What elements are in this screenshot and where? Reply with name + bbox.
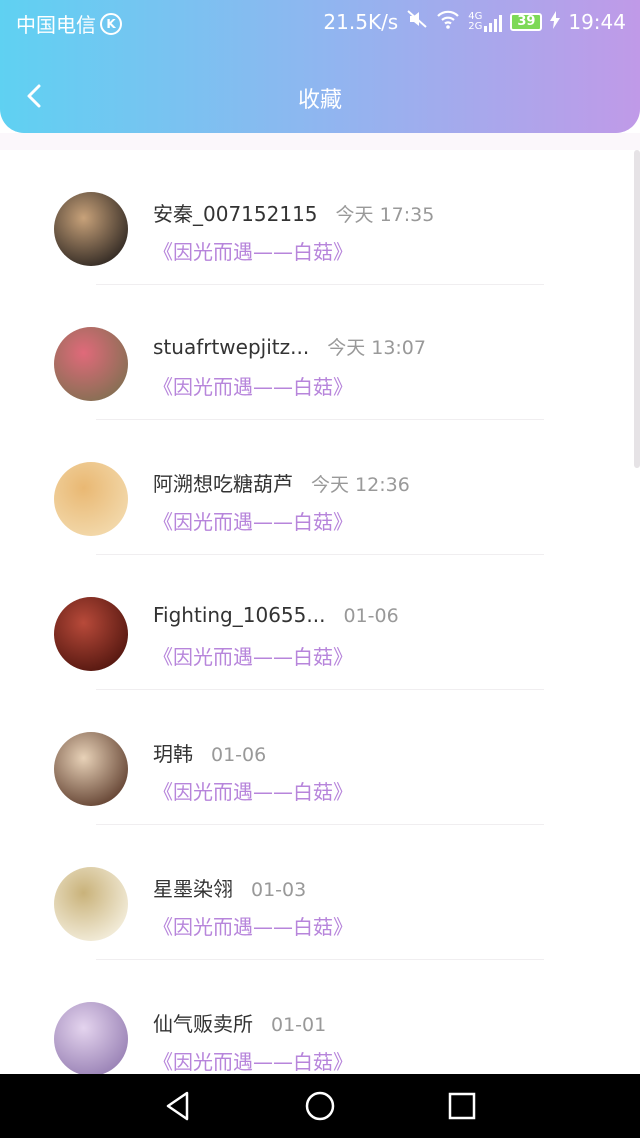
favorites-list[interactable]: 安秦_007152115 今天 17:35 《因光而遇——白菇》 stuafrtwep… — [0, 150, 640, 1074]
book-title-link[interactable]: 《因光而遇——白菇》 — [153, 641, 353, 670]
user-name[interactable]: 星墨染翎 — [153, 873, 233, 902]
name-row: 仙气贩卖所 01-01 — [153, 1008, 326, 1037]
timestamp: 今天 13:07 — [327, 337, 426, 359]
timestamp: 今天 17:35 — [335, 204, 435, 226]
avatar[interactable] — [54, 1002, 128, 1074]
network-type-2g: 2G — [468, 20, 483, 32]
page-title: 收藏 — [297, 88, 342, 113]
avatar[interactable] — [54, 327, 128, 401]
name-row: Fighting_10655... 01-06 — [153, 603, 399, 627]
triangle-back-icon — [166, 1091, 189, 1121]
list-item[interactable]: Fighting_10655... 01-06 《因光而遇——白菇》 — [0, 555, 640, 690]
user-name[interactable]: 阿溯想吃糖葫芦 — [153, 468, 293, 497]
clock: 19:44 — [568, 9, 626, 34]
timestamp: 01-01 — [271, 1014, 327, 1036]
user-name[interactable]: 安秦_007152115 — [153, 198, 318, 227]
book-title-link[interactable]: 《因光而遇——白菇》 — [153, 1046, 353, 1074]
list-item[interactable]: 玥韩 01-06 《因光而遇——白菇》 — [0, 690, 640, 825]
nav-back-button[interactable] — [160, 1088, 196, 1124]
user-name[interactable]: stuafrtwepjitz... — [153, 335, 309, 359]
timestamp: 01-03 — [251, 879, 307, 901]
timestamp: 今天 12:36 — [311, 474, 410, 496]
scrollbar[interactable] — [634, 150, 640, 468]
list-item[interactable]: 阿溯想吃糖葫芦 今天 12:36 《因光而遇——白菇》 — [0, 420, 640, 555]
avatar[interactable] — [54, 462, 128, 536]
avatar[interactable] — [54, 732, 128, 806]
user-name[interactable]: 仙气贩卖所 — [153, 1008, 253, 1037]
user-name[interactable]: 玥韩 — [153, 738, 193, 767]
book-title-link[interactable]: 《因光而遇——白菇》 — [153, 911, 353, 940]
avatar[interactable] — [54, 597, 128, 671]
name-row: 玥韩 01-06 — [153, 738, 266, 767]
name-row: 阿溯想吃糖葫芦 今天 12:36 — [153, 468, 410, 497]
nav-home-button[interactable] — [302, 1088, 338, 1124]
avatar[interactable] — [54, 867, 128, 941]
charging-icon — [550, 10, 561, 34]
wifi-icon — [436, 9, 460, 34]
name-row: 安秦_007152115 今天 17:35 — [153, 198, 434, 227]
avatar[interactable] — [54, 192, 128, 266]
list-item[interactable]: 仙气贩卖所 01-01 《因光而遇——白菇》 — [0, 960, 640, 1074]
status-right: 21.5K/s 4G 2G 39 19:44 — [315, 9, 626, 34]
book-title-link[interactable]: 《因光而遇——白菇》 — [153, 236, 353, 265]
list-top-spacer — [0, 133, 640, 150]
timestamp: 01-06 — [343, 605, 399, 627]
list-item[interactable]: 安秦_007152115 今天 17:35 《因光而遇——白菇》 — [0, 150, 640, 285]
circle-home-icon — [305, 1091, 335, 1121]
mute-icon — [406, 9, 428, 34]
book-title-link[interactable]: 《因光而遇——白菇》 — [153, 371, 353, 400]
header-bar: 中国电信 K 21.5K/s 4G 2G 39 19:44 收藏 — [0, 0, 640, 133]
system-nav-bar — [0, 1074, 640, 1138]
title-row: 收藏 — [0, 72, 640, 120]
carrier-badge-icon: K — [100, 12, 122, 35]
network-speed: 21.5K/s — [323, 9, 399, 34]
square-recents-icon — [448, 1092, 476, 1120]
name-row: 星墨染翎 01-03 — [153, 873, 306, 902]
book-title-link[interactable]: 《因光而遇——白菇》 — [153, 776, 353, 805]
carrier: 中国电信 K — [16, 9, 122, 38]
signal-icon: 4G 2G — [468, 10, 503, 32]
list-item[interactable]: stuafrtwepjitz... 今天 13:07 《因光而遇——白菇》 — [0, 285, 640, 420]
user-name[interactable]: Fighting_10655... — [153, 603, 325, 627]
nav-recents-button[interactable] — [444, 1088, 480, 1124]
list-item[interactable]: 星墨染翎 01-03 《因光而遇——白菇》 — [0, 825, 640, 960]
carrier-name: 中国电信 — [16, 13, 96, 37]
status-bar: 中国电信 K 21.5K/s 4G 2G 39 19:44 — [0, 0, 640, 44]
book-title-link[interactable]: 《因光而遇——白菇》 — [153, 506, 353, 535]
network-type-4g: 4G — [468, 10, 483, 22]
battery-icon: 39 — [510, 12, 543, 31]
name-row: stuafrtwepjitz... 今天 13:07 — [153, 333, 426, 360]
timestamp: 01-06 — [211, 744, 267, 766]
